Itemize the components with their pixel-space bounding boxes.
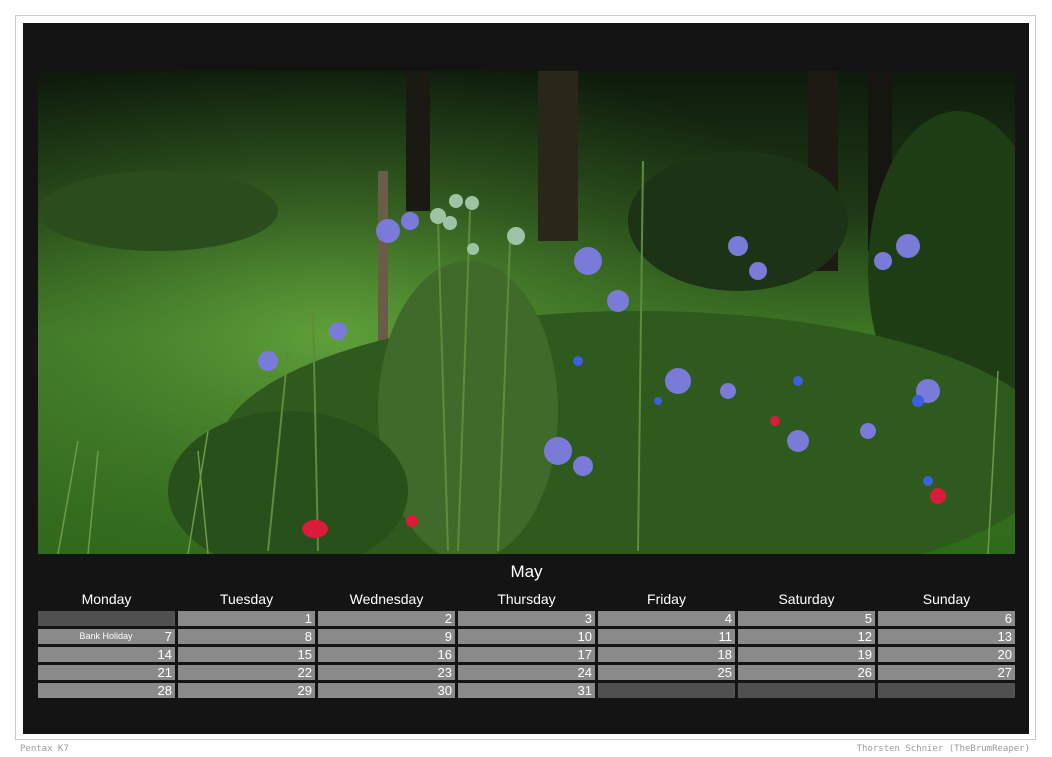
- day-cell: 15: [178, 647, 315, 662]
- weekday-label: Wednesday: [349, 591, 424, 607]
- calendar-grid: 1 2 3 4 5 6 Bank Holiday 7 8 9 10 11 12 13 14 15 16 17 18 1…: [38, 611, 1015, 698]
- day-number: 4: [724, 611, 732, 626]
- weekday-label: Friday: [647, 591, 686, 607]
- weekday-label: Tuesday: [219, 591, 274, 607]
- day-number: 9: [444, 629, 452, 644]
- day-number: 1: [304, 611, 312, 626]
- author-credit: Thorsten Schnier (TheBrumReaper): [856, 744, 1030, 754]
- day-cell: 8: [178, 629, 315, 644]
- day-number: 16: [437, 647, 452, 662]
- day-number: 17: [577, 647, 592, 662]
- day-number: 3: [584, 611, 592, 626]
- weekday-label: Sunday: [922, 591, 971, 607]
- day-cell: 3: [458, 611, 595, 626]
- day-number: 13: [997, 629, 1012, 644]
- day-number: 6: [1004, 611, 1012, 626]
- day-number: 11: [718, 629, 733, 644]
- day-cell: 1: [178, 611, 315, 626]
- day-cell: 28: [38, 683, 175, 698]
- day-cell: 25: [598, 665, 735, 680]
- day-number: 23: [437, 665, 452, 680]
- day-cell: 26: [738, 665, 875, 680]
- day-cell: 14: [38, 647, 175, 662]
- day-cell: 17: [458, 647, 595, 662]
- day-cell: 22: [178, 665, 315, 680]
- day-cell: 16: [318, 647, 455, 662]
- day-cell: 19: [738, 647, 875, 662]
- weekday-label: Thursday: [497, 591, 556, 607]
- holiday-note: Bank Holiday: [79, 631, 133, 641]
- day-number: 7: [164, 629, 172, 644]
- day-number: 26: [857, 665, 872, 680]
- weekday-label: Monday: [81, 591, 132, 607]
- day-cell: 2: [318, 611, 455, 626]
- day-cell: 6: [878, 611, 1015, 626]
- day-cell: 27: [878, 665, 1015, 680]
- day-number: 14: [157, 647, 172, 662]
- day-cell: 11: [598, 629, 735, 644]
- day-cell: 29: [178, 683, 315, 698]
- day-cell: 20: [878, 647, 1015, 662]
- day-number: 20: [997, 647, 1012, 662]
- day-cell: 10: [458, 629, 595, 644]
- day-cell: 9: [318, 629, 455, 644]
- day-number: 2: [444, 611, 452, 626]
- day-number: 21: [157, 665, 172, 680]
- day-cell: 5: [738, 611, 875, 626]
- day-cell: 12: [738, 629, 875, 644]
- day-number: 24: [577, 665, 592, 680]
- day-number: 15: [297, 647, 312, 662]
- day-cell: 13: [878, 629, 1015, 644]
- day-cell: 24: [458, 665, 595, 680]
- garden-photo: [38, 71, 1015, 554]
- day-number: 30: [437, 683, 452, 698]
- day-number: 22: [297, 665, 312, 680]
- day-cell: 31: [458, 683, 595, 698]
- day-cell: 23: [318, 665, 455, 680]
- day-number: 8: [304, 629, 312, 644]
- day-number: 28: [157, 683, 172, 698]
- camera-credit: Pentax K7: [20, 744, 69, 754]
- day-number: 25: [717, 665, 732, 680]
- garden-photo-illustration: [38, 71, 1015, 554]
- day-cell: 21: [38, 665, 175, 680]
- day-number: 18: [717, 647, 732, 662]
- empty-day-cell: [38, 611, 175, 626]
- day-cell: 30: [318, 683, 455, 698]
- day-number: 31: [577, 683, 592, 698]
- empty-day-cell: [738, 683, 875, 698]
- empty-day-cell: [598, 683, 735, 698]
- day-number: 27: [997, 665, 1012, 680]
- day-cell: 18: [598, 647, 735, 662]
- day-number: 12: [857, 629, 872, 644]
- empty-day-cell: [878, 683, 1015, 698]
- weekday-label: Saturday: [778, 591, 835, 607]
- day-number: 5: [864, 611, 872, 626]
- day-number: 10: [577, 629, 592, 644]
- day-cell: 4: [598, 611, 735, 626]
- month-title: May: [510, 562, 543, 581]
- day-cell: Bank Holiday 7: [38, 629, 175, 644]
- weekday-header-row: Monday Tuesday Wednesday Thursday Friday…: [38, 590, 1015, 608]
- day-number: 19: [857, 647, 872, 662]
- day-number: 29: [297, 683, 312, 698]
